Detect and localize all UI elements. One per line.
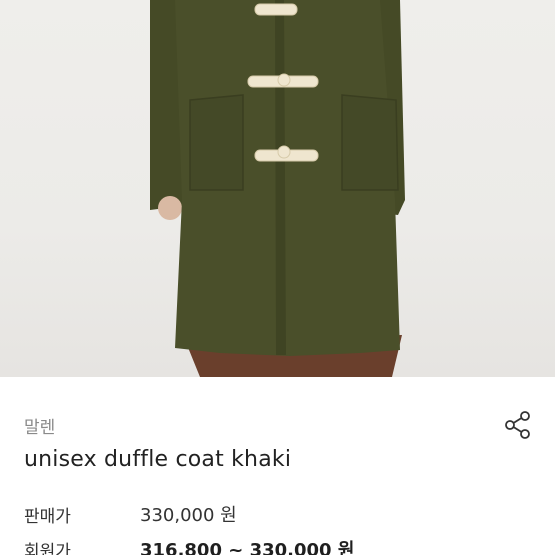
share-button[interactable] — [500, 407, 536, 443]
member-price-label: 회원가 — [24, 541, 71, 555]
sale-price-label: 판매가 — [24, 506, 71, 527]
brand-name[interactable]: 말렌 — [24, 413, 55, 438]
share-icon — [505, 411, 530, 439]
product-info: 말렌 unisex duffle coat khaki 판매가 330,000 … — [0, 377, 555, 555]
sale-price-value: 330,000 원 — [140, 505, 237, 526]
product-photo-duffle-coat — [150, 0, 405, 377]
sale-price-row: 판매가 330,000 원 — [24, 501, 237, 527]
product-title: unisex duffle coat khaki — [24, 447, 292, 472]
product-image[interactable] — [0, 0, 555, 377]
member-price-value: 316,800 ~ 330,000 원 — [140, 540, 355, 555]
member-price-row: 회원가 316,800 ~ 330,000 원 — [24, 536, 354, 555]
